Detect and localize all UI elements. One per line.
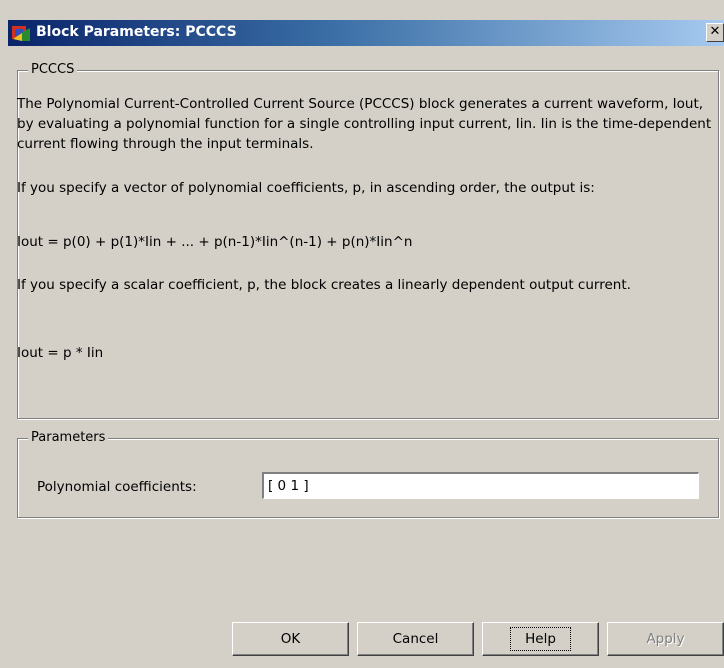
title-bar[interactable]: Block Parameters: PCCCS ✕ <box>8 20 724 46</box>
description-paragraph: The Polynomial Current-Controlled Curren… <box>17 96 712 152</box>
group-legend-pcccs: PCCCS <box>28 62 78 78</box>
cancel-button-label: Cancel <box>392 631 439 647</box>
vector-coefficient-text: If you specify a vector of polynomial co… <box>17 180 595 196</box>
help-button-label: Help <box>510 627 571 651</box>
polynomial-formula: Iout = p(0) + p(1)*Iin + ... + p(n-1)*Ii… <box>17 234 413 250</box>
apply-button-label: Apply <box>646 631 685 647</box>
scalar-coefficient-text: If you specify a scalar coefficient, p, … <box>17 277 631 293</box>
cancel-button[interactable]: Cancel <box>357 622 474 656</box>
linear-formula: Iout = p * Iin <box>17 345 104 361</box>
close-icon[interactable]: ✕ <box>706 23 724 42</box>
ok-button-label: OK <box>280 631 301 647</box>
group-legend-parameters: Parameters <box>28 430 109 446</box>
polynomial-coefficients-label: Polynomial coefficients: <box>37 479 197 495</box>
apply-button[interactable]: Apply <box>607 622 724 656</box>
ok-button[interactable]: OK <box>232 622 349 656</box>
window-title: Block Parameters: PCCCS <box>36 24 237 40</box>
help-button[interactable]: Help <box>482 622 599 656</box>
simulink-block-icon <box>12 24 30 42</box>
polynomial-coefficients-input[interactable] <box>262 472 699 499</box>
